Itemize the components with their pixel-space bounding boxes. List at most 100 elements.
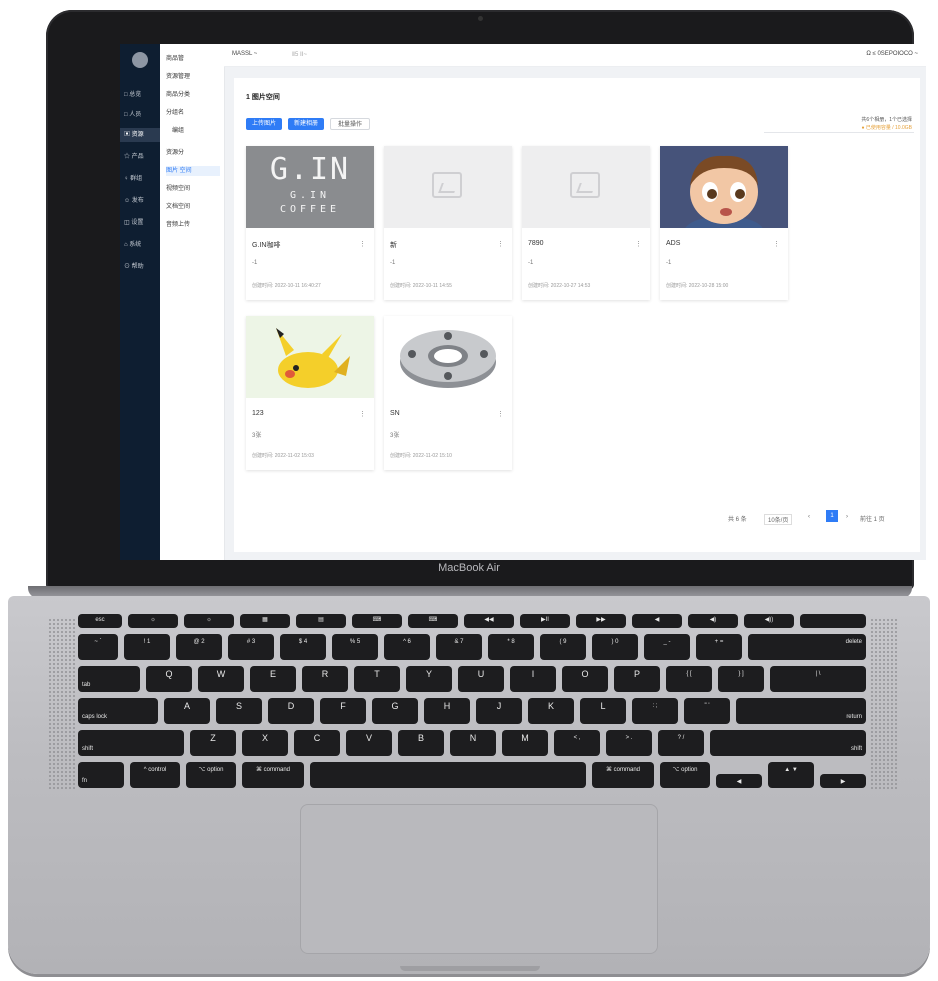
more-icon[interactable]: ⋮ xyxy=(359,240,366,248)
album-thumbnail[interactable] xyxy=(522,146,650,228)
key[interactable]: : ; xyxy=(632,698,678,724)
key[interactable]: + = xyxy=(696,634,742,660)
more-icon[interactable]: ⋮ xyxy=(359,410,366,418)
album-card[interactable]: 123 ⋮ 3张 创建时间: 2022-11-02 15:03 xyxy=(246,316,374,470)
key[interactable]: E xyxy=(250,666,296,692)
power-key[interactable] xyxy=(800,614,866,628)
key[interactable]: ▶II xyxy=(520,614,570,628)
key[interactable]: ◀)) xyxy=(744,614,794,628)
key[interactable]: # 3 xyxy=(228,634,274,660)
sidebar-item-9[interactable]: 音频上传 xyxy=(166,220,220,230)
key[interactable]: Z xyxy=(190,730,236,756)
trackpad[interactable] xyxy=(300,804,658,954)
user-menu[interactable]: Ω ≤ 0SEPOIOCO ~ xyxy=(866,51,918,57)
album-thumbnail[interactable]: G.IN G.IN COFFEE xyxy=(246,146,374,228)
fn-key[interactable]: fn xyxy=(78,762,124,788)
nav-item-3[interactable]: ☆ 产品 xyxy=(120,150,160,164)
album-thumbnail[interactable] xyxy=(384,146,512,228)
arrow-right-key[interactable]: ▶ xyxy=(820,774,866,788)
key[interactable]: { [ xyxy=(666,666,712,692)
key[interactable]: H xyxy=(424,698,470,724)
next-page-icon[interactable]: › xyxy=(846,514,848,520)
upload-button[interactable]: 上传图片 xyxy=(246,118,282,130)
key[interactable]: ( 9 xyxy=(540,634,586,660)
batch-button[interactable]: 批量操作 xyxy=(330,118,370,130)
key[interactable]: & 7 xyxy=(436,634,482,660)
key[interactable]: | \ xyxy=(770,666,866,692)
sidebar-item-3[interactable]: 分组名 xyxy=(166,108,220,118)
sidebar-item-7[interactable]: 视频空间 xyxy=(166,184,220,194)
arrow-left-key[interactable]: ◀ xyxy=(716,774,762,788)
key[interactable]: ▤ xyxy=(296,614,346,628)
nav-item-5[interactable]: ☺ 发布 xyxy=(120,194,160,208)
album-card[interactable]: SN ⋮ 3张 创建时间: 2022-11-02 15:10 xyxy=(384,316,512,470)
key[interactable]: > . xyxy=(606,730,652,756)
album-card[interactable]: 7890 ⋮ -1 创建时间: 2022-10-27 14:53 xyxy=(522,146,650,300)
album-thumbnail[interactable] xyxy=(246,316,374,398)
key[interactable]: Q xyxy=(146,666,192,692)
key[interactable]: U xyxy=(458,666,504,692)
key[interactable]: ^ 6 xyxy=(384,634,430,660)
key[interactable]: ◀ xyxy=(632,614,682,628)
key[interactable]: K xyxy=(528,698,574,724)
album-card[interactable]: G.IN G.IN COFFEE G.IN咖啡 ⋮ -1 创建时间: 2022-… xyxy=(246,146,374,300)
more-icon[interactable]: ⋮ xyxy=(497,240,504,248)
space-key[interactable] xyxy=(310,762,586,788)
key[interactable]: R xyxy=(302,666,348,692)
key[interactable]: ~ ` xyxy=(78,634,118,660)
album-card[interactable]: ADS ⋮ -1 创建时间: 2022-10-28 15:00 xyxy=(660,146,788,300)
prev-page-icon[interactable]: ‹ xyxy=(808,514,810,520)
more-icon[interactable]: ⋮ xyxy=(635,240,642,248)
key[interactable]: esc xyxy=(78,614,122,628)
key[interactable]: X xyxy=(242,730,288,756)
command-left-key[interactable]: ⌘ command xyxy=(242,762,304,788)
album-card[interactable]: 新 ⋮ -1 创建时间: 2022-10-11 14:55 xyxy=(384,146,512,300)
nav-item-7[interactable]: ⌂ 系统 xyxy=(120,238,160,252)
key[interactable]: B xyxy=(398,730,444,756)
new-album-button[interactable]: 新建相册 xyxy=(288,118,324,130)
key[interactable]: ☼ xyxy=(184,614,234,628)
key[interactable]: < , xyxy=(554,730,600,756)
tab-key[interactable]: tab xyxy=(78,666,140,692)
more-icon[interactable]: ⋮ xyxy=(497,410,504,418)
key[interactable]: J xyxy=(476,698,522,724)
key[interactable]: M xyxy=(502,730,548,756)
key[interactable]: S xyxy=(216,698,262,724)
sidebar-item-4[interactable]: 编组 xyxy=(166,126,226,136)
arrow-up-down-key[interactable]: ▲ ▼ xyxy=(768,762,814,788)
breadcrumb[interactable]: MASSL ~ xyxy=(232,51,257,57)
key[interactable]: ⌨ xyxy=(408,614,458,628)
key[interactable]: F xyxy=(320,698,366,724)
nav-item-1[interactable]: □ 人员 xyxy=(120,108,160,122)
key[interactable]: D xyxy=(268,698,314,724)
page-number[interactable]: 1 xyxy=(826,510,838,522)
nav-item-0[interactable]: □ 总览 xyxy=(120,88,160,102)
nav-item-8[interactable]: ⊙ 帮助 xyxy=(120,260,160,274)
nav-item-2[interactable]: ▣ 资源 xyxy=(120,128,160,142)
key[interactable]: * 8 xyxy=(488,634,534,660)
breadcrumb-tab[interactable]: Ⅱ5 ⅠⅠ~ xyxy=(292,51,307,58)
sidebar-item-8[interactable]: 文档空间 xyxy=(166,202,220,212)
key[interactable]: ) 0 xyxy=(592,634,638,660)
sidebar-item-5[interactable]: 资源分 xyxy=(166,148,220,158)
key[interactable]: N xyxy=(450,730,496,756)
command-right-key[interactable]: ⌘ command xyxy=(592,762,654,788)
album-thumbnail[interactable] xyxy=(384,316,512,398)
key[interactable]: " ' xyxy=(684,698,730,724)
goto-page[interactable]: 前往 1 页 xyxy=(860,514,885,523)
key[interactable]: I xyxy=(510,666,556,692)
key[interactable]: ▦ xyxy=(240,614,290,628)
return-key[interactable]: return xyxy=(736,698,866,724)
album-thumbnail[interactable] xyxy=(660,146,788,228)
key[interactable]: ⌨ xyxy=(352,614,402,628)
key[interactable]: C xyxy=(294,730,340,756)
control-key[interactable]: ^ control xyxy=(130,762,180,788)
key[interactable]: G xyxy=(372,698,418,724)
key[interactable]: ◀◀ xyxy=(464,614,514,628)
key[interactable]: ? / xyxy=(658,730,704,756)
sidebar-item-0[interactable]: 商品管 xyxy=(166,54,220,64)
shift-left-key[interactable]: shift xyxy=(78,730,184,756)
nav-item-6[interactable]: ◫ 设置 xyxy=(120,216,160,230)
shift-right-key[interactable]: shift xyxy=(710,730,866,756)
more-icon[interactable]: ⋮ xyxy=(773,240,780,248)
